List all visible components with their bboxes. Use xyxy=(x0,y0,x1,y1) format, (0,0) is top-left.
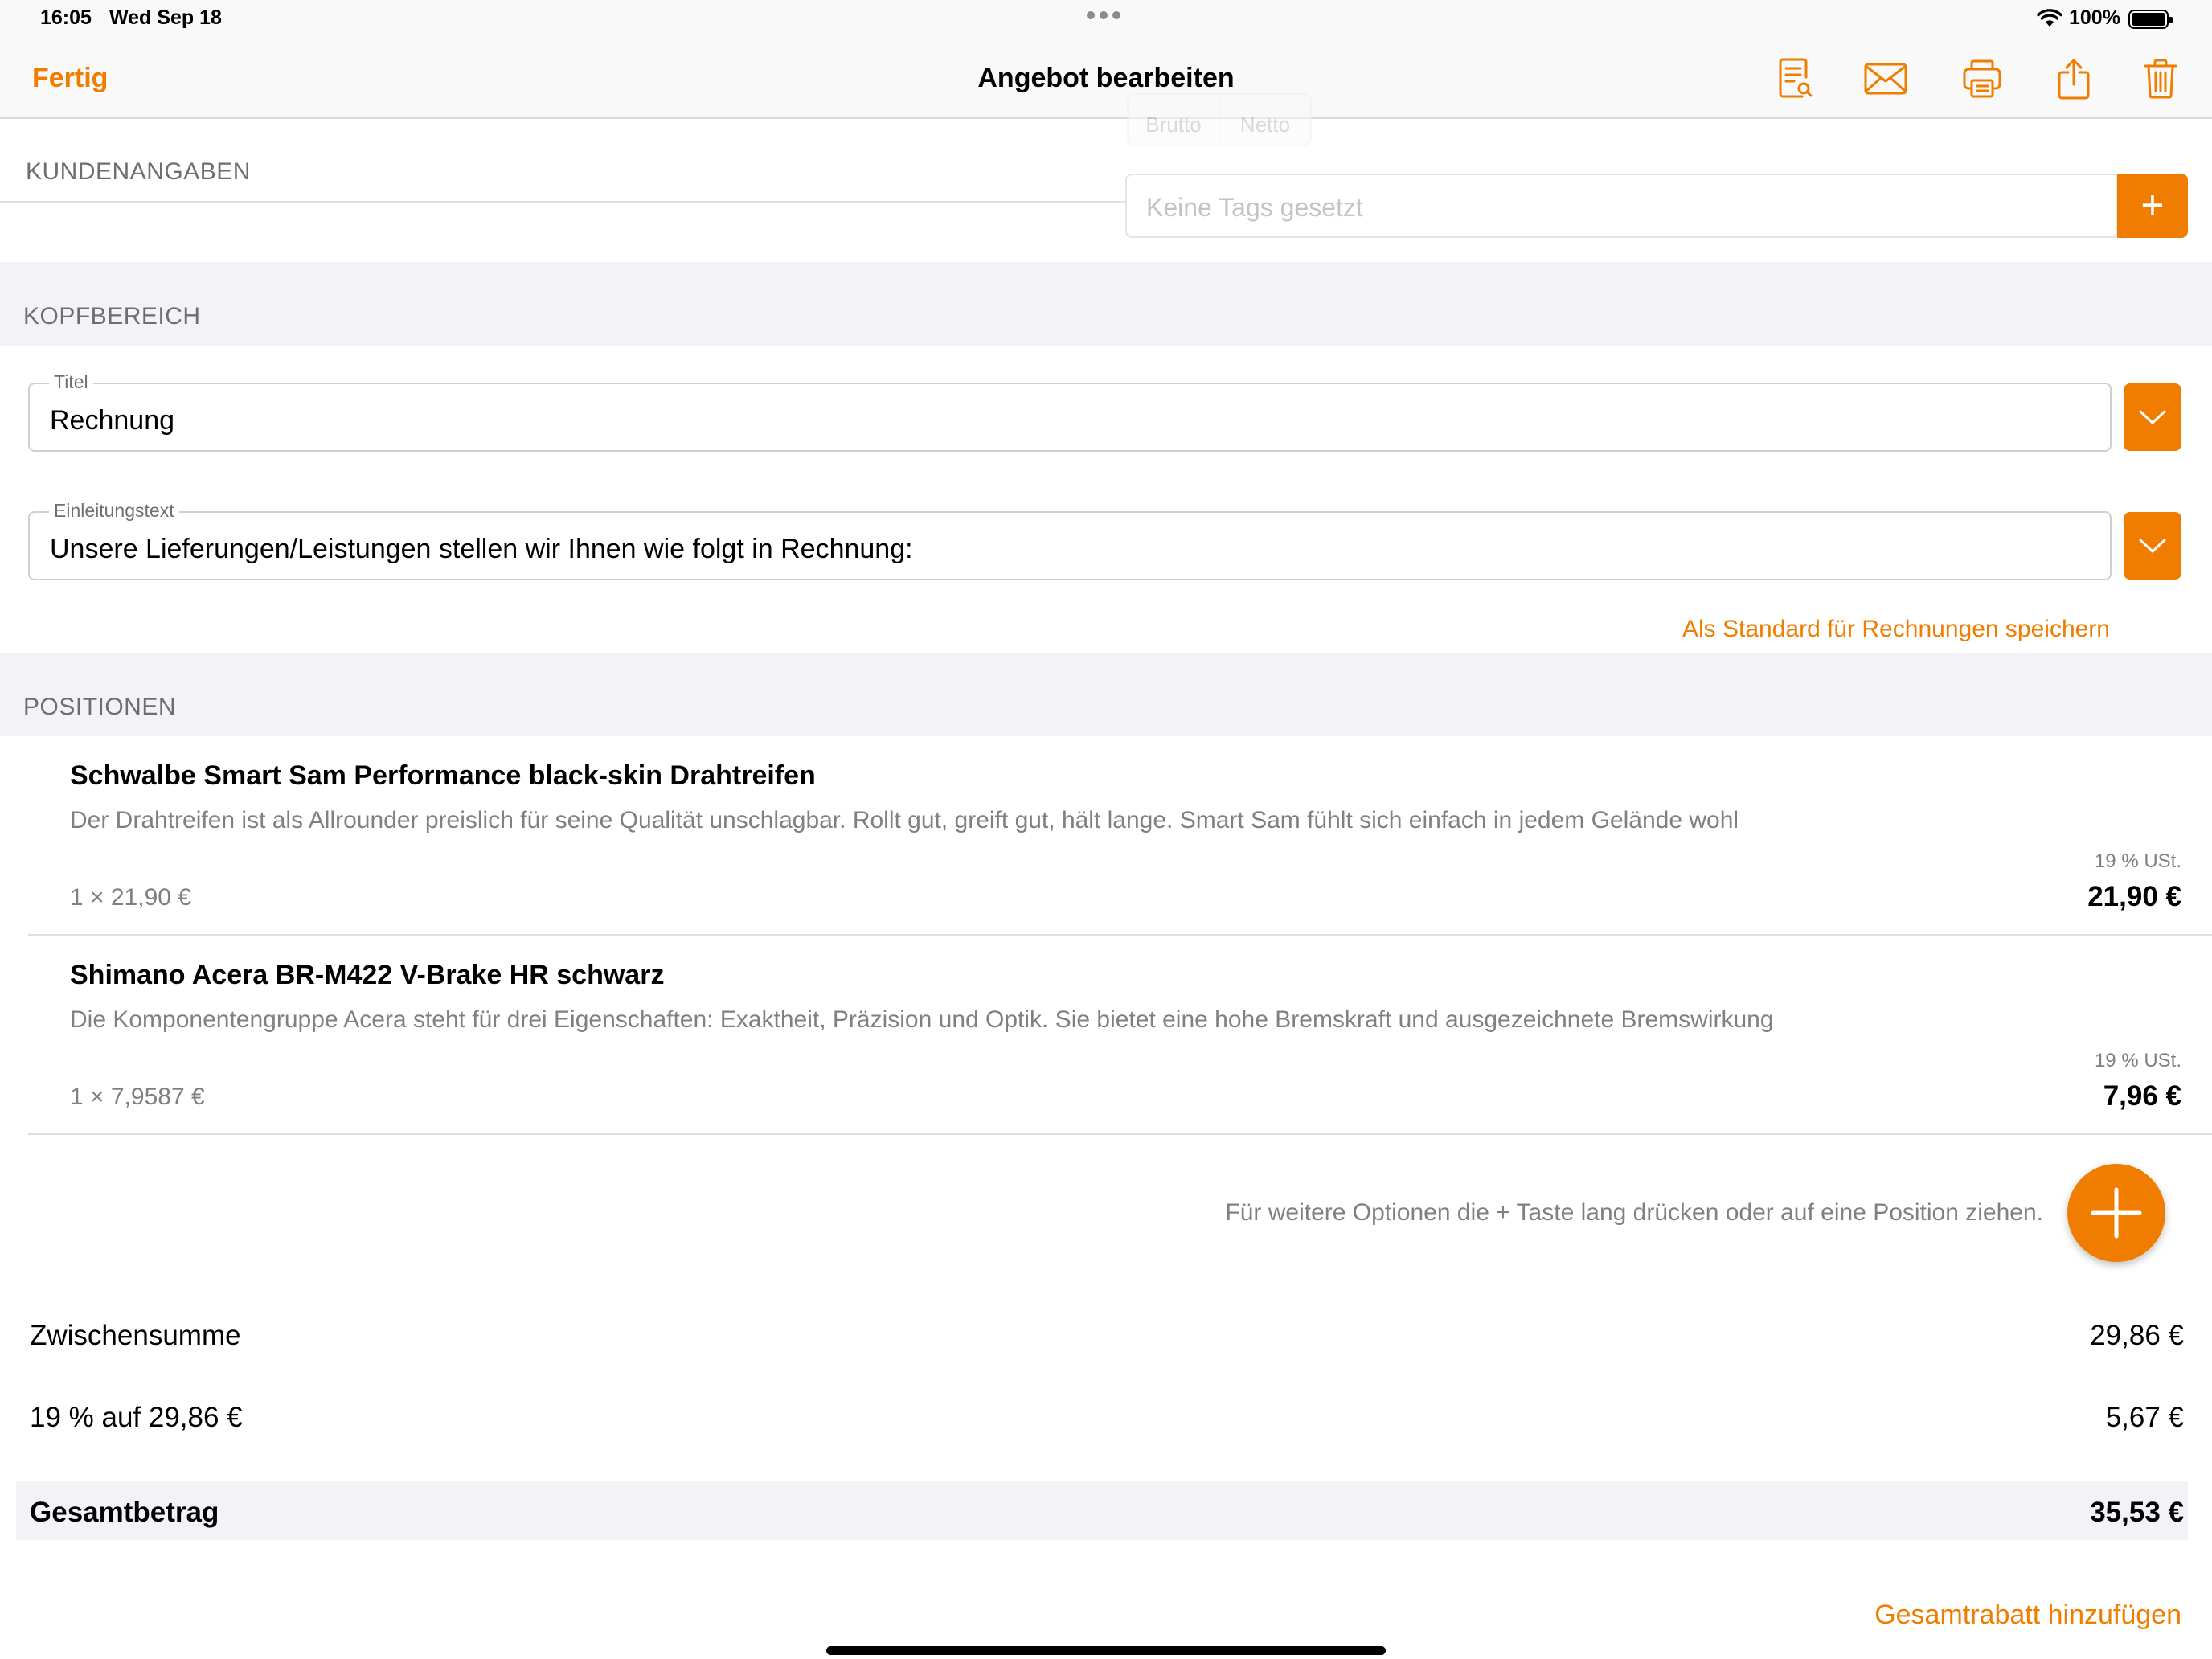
intro-text-field-value[interactable]: Unsere Lieferungen/Leistungen stellen wi… xyxy=(50,534,913,565)
position-tax: 19 % USt. xyxy=(2094,850,2181,872)
segment-netto[interactable]: Netto xyxy=(1219,95,1310,145)
add-tag-button[interactable]: + xyxy=(2117,174,2188,238)
intro-text-field[interactable]: Einleitungstext Unsere Lieferungen/Leist… xyxy=(28,500,2112,580)
plus-icon xyxy=(2091,1187,2142,1239)
vat-label: 19 % auf 29,86 € xyxy=(30,1402,243,1433)
document-preview-icon[interactable] xyxy=(1772,55,1820,103)
position-tax: 19 % USt. xyxy=(2094,1050,2181,1071)
title-field-value[interactable]: Rechnung xyxy=(50,405,174,436)
printer-icon[interactable] xyxy=(1958,55,2006,103)
section-label-customer: KUNDENANGABEN xyxy=(26,158,251,185)
subtotal-row: Zwischensumme 29,86 € xyxy=(16,1304,2188,1363)
total-row: Gesamtbetrag 35,53 € xyxy=(16,1481,2188,1540)
navigation-bar: Fertig Angebot bearbeiten xyxy=(0,39,2212,119)
title-dropdown-button[interactable] xyxy=(2124,383,2181,451)
title-field-label: Titel xyxy=(49,371,93,393)
chevron-down-icon xyxy=(2139,539,2166,553)
position-quantity: 1 × 21,90 € xyxy=(70,884,191,911)
position-title: Shimano Acera BR-M422 V-Brake HR schwarz xyxy=(70,960,665,990)
multitasking-dots-icon[interactable] xyxy=(1087,11,1120,19)
add-position-button[interactable] xyxy=(2067,1164,2165,1262)
total-label: Gesamtbetrag xyxy=(30,1497,219,1528)
subtotal-value: 29,86 € xyxy=(2090,1320,2184,1351)
subtotal-label: Zwischensumme xyxy=(30,1320,241,1351)
chevron-down-icon xyxy=(2139,410,2166,424)
section-header-band xyxy=(0,262,2212,346)
wifi-icon xyxy=(2037,9,2062,27)
mail-icon[interactable] xyxy=(1862,55,1910,103)
vat-value: 5,67 € xyxy=(2105,1402,2184,1433)
position-description: Der Drahtreifen ist als Allrounder preis… xyxy=(70,807,1739,834)
position-price: 21,90 € xyxy=(2087,881,2181,912)
position-item[interactable]: Schwalbe Smart Sam Performance black-ski… xyxy=(28,736,2212,936)
status-bar: 16:05 Wed Sep 18 100% xyxy=(0,0,2212,39)
share-icon[interactable] xyxy=(2050,55,2098,103)
battery-icon xyxy=(2128,10,2173,29)
intro-text-field-label: Einleitungstext xyxy=(49,500,179,522)
intro-text-dropdown-button[interactable] xyxy=(2124,512,2181,580)
divider xyxy=(0,201,1125,203)
section-label-positions: POSITIONEN xyxy=(23,694,177,720)
price-mode-segmented-control[interactable]: Brutto Netto xyxy=(1127,93,1312,146)
trash-icon[interactable] xyxy=(2136,55,2185,103)
status-date: Wed Sep 18 xyxy=(109,6,222,29)
section-header-band xyxy=(0,653,2212,736)
add-position-hint: Für weitere Optionen die + Taste lang dr… xyxy=(1225,1199,2043,1226)
segment-brutto[interactable]: Brutto xyxy=(1129,95,1219,145)
save-as-default-link[interactable]: Als Standard für Rechnungen speichern xyxy=(1682,616,2110,643)
add-total-discount-link[interactable]: Gesamtrabatt hinzufügen xyxy=(1874,1600,2181,1631)
position-description: Die Komponentengruppe Acera steht für dr… xyxy=(70,1006,1774,1033)
status-time: 16:05 xyxy=(40,6,92,29)
title-field[interactable]: Titel Rechnung xyxy=(28,371,2112,452)
position-title: Schwalbe Smart Sam Performance black-ski… xyxy=(70,760,816,791)
tags-field[interactable]: Keine Tags gesetzt xyxy=(1125,174,2117,238)
section-label-header: KOPFBEREICH xyxy=(23,303,201,330)
home-indicator[interactable] xyxy=(826,1646,1386,1655)
position-price: 7,96 € xyxy=(2103,1080,2181,1112)
battery-percentage: 100% xyxy=(2069,6,2120,29)
tags-placeholder: Keine Tags gesetzt xyxy=(1146,193,1363,222)
total-value: 35,53 € xyxy=(2090,1497,2184,1528)
vat-row: 19 % auf 29,86 € 5,67 € xyxy=(16,1386,2188,1445)
position-quantity: 1 × 7,9587 € xyxy=(70,1083,205,1110)
position-item[interactable]: Shimano Acera BR-M422 V-Brake HR schwarz… xyxy=(28,936,2212,1135)
